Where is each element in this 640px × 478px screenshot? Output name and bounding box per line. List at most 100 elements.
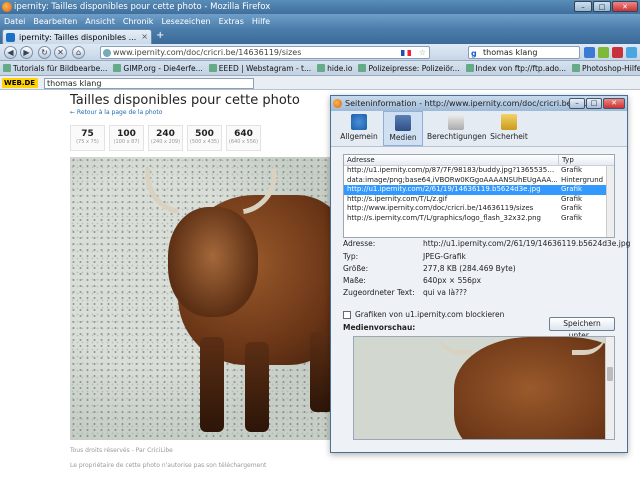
browser-tab[interactable]: ipernity: Tailles disponibles ... × (2, 29, 152, 44)
column-type[interactable]: Typ (558, 155, 606, 165)
bookmark-item[interactable]: Photoshop-Hilfe | Hilfe... (572, 64, 640, 73)
window-titlebar: ipernity: Tailles disponibles pour cette… (0, 0, 640, 14)
menu-view[interactable]: Ansicht (85, 17, 115, 26)
firefox-icon (333, 99, 342, 108)
window-controls: – □ ✕ (574, 1, 638, 12)
bookmark-favicon-icon (208, 64, 217, 72)
dialog-maximize-button[interactable]: □ (586, 98, 602, 109)
bookmark-item[interactable]: Tutorials für Bildbearbe... (3, 64, 107, 73)
bookmarks-toolbar: Tutorials für Bildbearbe... GIMP.org - D… (0, 61, 640, 76)
addon-icons (584, 47, 637, 58)
tab-bar: ipernity: Tailles disponibles ... × + (0, 28, 640, 44)
reload-button[interactable]: ↻ (38, 46, 51, 59)
dialog-tabs: Allgemein Medien Berechtigungen Sicherhe… (331, 111, 627, 147)
media-icon (395, 115, 411, 131)
bookmark-favicon-icon (572, 64, 581, 72)
list-item[interactable]: http://s.ipernity.com/T/L/z.gif Grafik (344, 195, 614, 205)
firefox-icon (2, 2, 12, 12)
preview-label: Medienvorschau: (343, 323, 416, 332)
webde-badge[interactable]: WEB.DE (2, 78, 38, 88)
list-item[interactable]: http://www.ipernity.com/doc/cricri.be/14… (344, 204, 614, 214)
close-button[interactable]: ✕ (612, 1, 638, 12)
column-address[interactable]: Adresse (344, 155, 558, 165)
bookmark-item[interactable]: EEED | Webstagram - t... (208, 64, 311, 73)
size-options: 75 (75 x 75) 100 (100 x 87) 240 (240 x 209)… (70, 125, 261, 151)
url-bar[interactable]: www.ipernity.com/doc/cricri.be/14636119/… (100, 46, 430, 59)
menu-bookmarks[interactable]: Lesezeichen (161, 17, 210, 26)
list-item[interactable]: http://s.ipernity.com/T/L/graphics/logo_… (344, 214, 614, 224)
addon-blue-icon[interactable] (626, 47, 637, 58)
bookmark-item[interactable]: Index von ftp://ftp.ado... (465, 64, 566, 73)
back-to-photo-link[interactable]: ← Retour à la page de la photo (70, 109, 162, 116)
download-notice: Le propriétaire de cette photo n'autoris… (70, 462, 267, 469)
page-title: Tailles disponibles pour cette photo (70, 93, 300, 108)
search-box[interactable]: g thomas klang (468, 46, 580, 59)
bookmark-item[interactable]: GIMP.org - Die4erfe... (113, 64, 203, 73)
highland-cow-photo (70, 157, 332, 440)
tab-label: ipernity: Tailles disponibles ... (19, 33, 137, 42)
list-item-selected[interactable]: http://u1.ipernity.com/2/61/19/14636119.… (344, 185, 614, 195)
size-option[interactable]: 75 (75 x 75) (70, 125, 105, 151)
tab-general[interactable]: Allgemein (339, 111, 379, 146)
ipernity-favicon-icon (6, 33, 15, 42)
menu-file[interactable]: Datei (4, 17, 25, 26)
toolbar-search-input[interactable]: thomas klang (44, 78, 254, 89)
block-images-checkbox[interactable]: Grafiken von u1.ipernity.com blockieren (343, 310, 504, 319)
size-option[interactable]: 240 (240 x 209) (148, 125, 183, 151)
tab-close-icon[interactable]: × (141, 32, 148, 41)
addon-s-icon[interactable] (584, 47, 595, 58)
permissions-icon (448, 114, 464, 130)
back-button[interactable]: ◀ (4, 46, 17, 59)
dialog-title: Seiteninformation - http://www.ipernity.… (345, 99, 593, 108)
tab-media[interactable]: Medien (383, 111, 423, 146)
menu-bar: Datei Bearbeiten Ansicht Chronik Lesezei… (0, 14, 640, 28)
media-list[interactable]: Adresse Typ http://u1.ipernity.com/p/87/… (343, 154, 615, 238)
home-button[interactable]: ⌂ (72, 46, 85, 59)
minimize-button[interactable]: – (574, 1, 592, 12)
tab-security[interactable]: Sicherheit (489, 111, 529, 146)
media-preview (353, 336, 615, 440)
bookmark-favicon-icon (358, 64, 367, 72)
menu-edit[interactable]: Bearbeiten (33, 17, 77, 26)
search-value: thomas klang (483, 48, 538, 57)
window-title: ipernity: Tailles disponibles pour cette… (14, 2, 271, 12)
maximize-button[interactable]: □ (593, 1, 611, 12)
list-item[interactable]: data:image/png;base64,iVBORw0KGgoAAAANSU… (344, 176, 614, 186)
checkbox-box[interactable] (343, 311, 351, 319)
info-icon (351, 114, 367, 130)
addon-red-icon[interactable] (612, 47, 623, 58)
bookmark-favicon-icon (317, 64, 326, 72)
menu-history[interactable]: Chronik (123, 17, 154, 26)
bookmark-favicon-icon (3, 64, 11, 72)
stop-button[interactable]: ✕ (54, 46, 67, 59)
navigation-bar: ◀ ▶ ↻ ✕ ⌂ www.ipernity.com/doc/cricri.be… (0, 44, 640, 61)
dialog-titlebar: Seiteninformation - http://www.ipernity.… (331, 96, 627, 111)
bookmark-favicon-icon (113, 64, 122, 72)
bookmark-item[interactable]: Polizeipresse: Polizeiör... (358, 64, 460, 73)
menu-tools[interactable]: Extras (219, 17, 244, 26)
list-item[interactable]: http://u1.ipernity.com/p/87/7F/98183/bud… (344, 166, 614, 176)
bookmark-favicon-icon (465, 64, 474, 72)
google-icon[interactable]: g (471, 48, 481, 58)
dialog-close-button[interactable]: ✕ (603, 98, 625, 109)
list-scrollbar[interactable] (606, 166, 614, 237)
addon-green-icon[interactable] (598, 47, 609, 58)
tab-permissions[interactable]: Berechtigungen (427, 111, 487, 146)
site-identity-icon[interactable] (103, 49, 111, 57)
bookmark-item[interactable]: hide.io (317, 64, 352, 73)
webde-toolbar: WEB.DE thomas klang (0, 76, 640, 90)
preview-scrollbar[interactable] (605, 337, 614, 439)
lock-icon (501, 114, 517, 130)
flag-icon (401, 50, 411, 56)
dialog-minimize-button[interactable]: – (569, 98, 585, 109)
menu-help[interactable]: Hilfe (252, 17, 270, 26)
rights-notice: Tous droits réservés - Par CriciLibe (70, 447, 173, 454)
save-as-button[interactable]: Speichern unter... (549, 317, 615, 340)
size-option-selected[interactable]: 640 (640 x 556) (226, 125, 261, 151)
bookmark-star-icon[interactable]: ☆ (419, 47, 426, 58)
new-tab-button[interactable]: + (156, 30, 164, 41)
page-info-dialog: Seiteninformation - http://www.ipernity.… (330, 95, 630, 453)
forward-button[interactable]: ▶ (20, 46, 33, 59)
size-option[interactable]: 100 (100 x 87) (109, 125, 144, 151)
size-option[interactable]: 500 (500 x 435) (187, 125, 222, 151)
